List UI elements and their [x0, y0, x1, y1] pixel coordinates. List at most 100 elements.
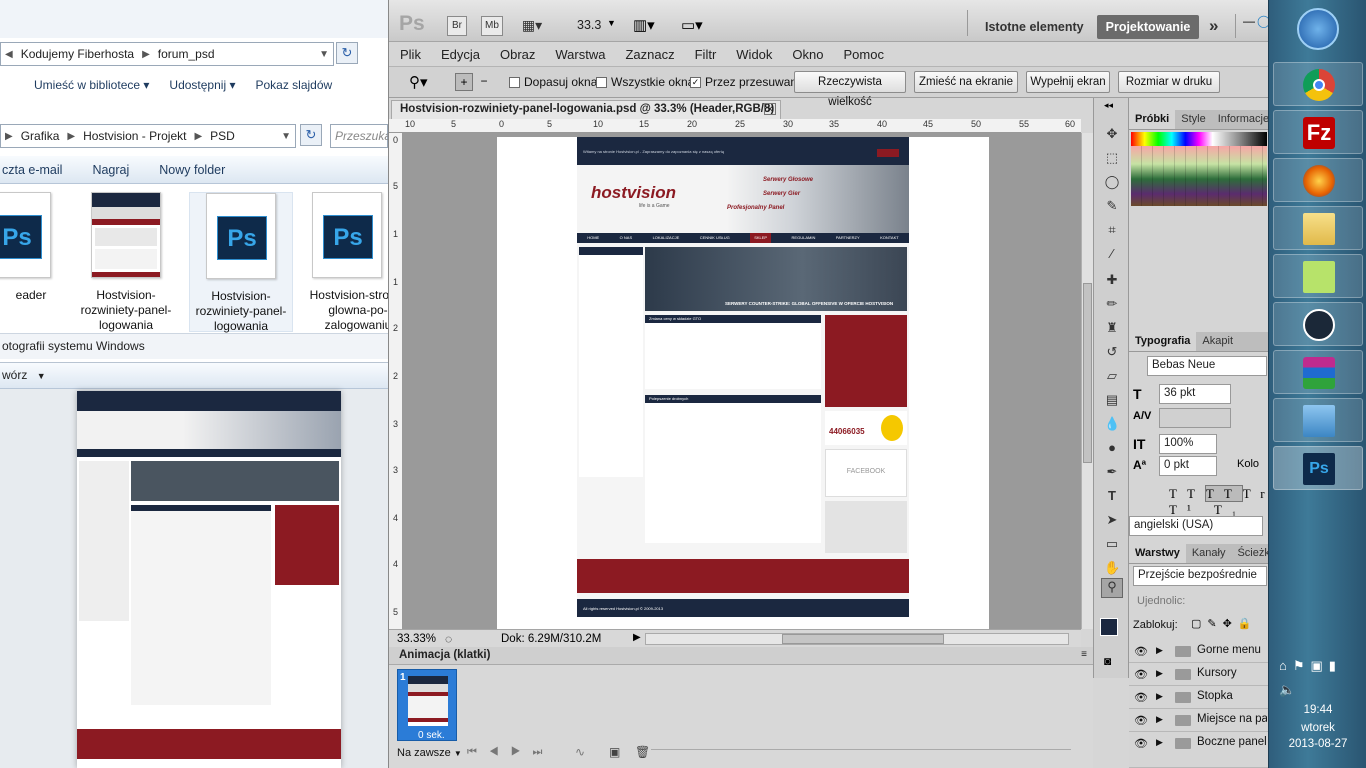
checkbox-resize-windows[interactable]: Dopasuj okna	[509, 75, 597, 89]
path-select-tool-icon[interactable]: ➤	[1104, 512, 1120, 528]
blend-mode-select[interactable]: Przejście bezpośrednie	[1133, 566, 1267, 586]
tray-icons[interactable]: ⌂⚑▣▮	[1279, 658, 1342, 674]
font-family-select[interactable]: Bebas Neue	[1147, 356, 1267, 376]
clock-day[interactable]: wtorek	[1269, 722, 1366, 734]
eye-icon[interactable]: 👁	[1134, 645, 1148, 658]
workspace-essentials[interactable]: Istotne elementy	[985, 20, 1084, 34]
address-bar-top[interactable]: ◀ Kodujemy Fiberhosta ▶ forum_psd ▼	[0, 42, 334, 66]
lasso-tool-icon[interactable]: ◯	[1104, 174, 1120, 190]
layer-row[interactable]: 👁 ▶ Gorne menu	[1129, 640, 1269, 663]
marquee-tool-icon[interactable]: ⬚	[1104, 150, 1120, 166]
bridge-button[interactable]: Br	[447, 16, 467, 36]
menu-view[interactable]: Widok	[736, 47, 772, 62]
clock-date[interactable]: 2013-08-27	[1269, 738, 1366, 750]
menu-image[interactable]: Obraz	[500, 47, 535, 62]
clock-time[interactable]: 19:44	[1269, 704, 1366, 716]
mini-bridge-button[interactable]: Mb	[481, 16, 503, 36]
menu-layer[interactable]: Warstwa	[555, 47, 605, 62]
arrange-documents-icon[interactable]: ▥▾	[633, 16, 655, 34]
vertical-scrollbar[interactable]	[1081, 133, 1093, 629]
quick-select-tool-icon[interactable]: ✎	[1104, 198, 1120, 214]
expand-icon[interactable]: ▶	[1156, 737, 1163, 748]
print-size-button[interactable]: Rozmiar w druku	[1118, 71, 1220, 93]
refresh-icon[interactable]: ↻	[300, 124, 322, 146]
vertical-scale-input[interactable]: 100%	[1159, 434, 1217, 454]
type-style-buttons[interactable]: TTTTTr T¹ T₁	[1169, 485, 1275, 518]
menu-item-share[interactable]: Udostępnij ▾	[169, 78, 235, 92]
layer-row[interactable]: 👁 ▶ Miejsce na par	[1129, 709, 1269, 732]
history-brush-tool-icon[interactable]: ↺	[1104, 344, 1120, 360]
blur-tool-icon[interactable]: 💧	[1104, 416, 1120, 432]
kerning-input[interactable]	[1159, 408, 1231, 428]
move-tool-icon[interactable]: ✥	[1104, 126, 1120, 142]
zoom-tool-icon[interactable]: ⚲▾	[409, 73, 428, 91]
view-extras-icon[interactable]: ▦▾	[517, 16, 547, 36]
eye-icon[interactable]: 👁	[1134, 691, 1148, 704]
file-item[interactable]: Ps Hostvision-strona-glowna-po-zalogowan…	[306, 192, 388, 332]
checkbox-all-windows[interactable]: Wszystkie okna	[596, 75, 694, 89]
start-button-icon[interactable]	[1297, 8, 1339, 50]
loop-select[interactable]: Na zawsze ▼	[397, 747, 462, 759]
eye-icon[interactable]: 👁	[1134, 737, 1148, 750]
expand-icon[interactable]: ▶	[1156, 668, 1163, 679]
layer-row[interactable]: 👁 ▶ Stopka	[1129, 686, 1269, 709]
breadcrumb-item[interactable]: Kodujemy Fiberhosta	[21, 47, 134, 61]
menu-select[interactable]: Zaznacz	[625, 47, 674, 62]
expand-icon[interactable]: ▶	[1156, 691, 1163, 702]
language-select[interactable]: angielski (USA)	[1129, 516, 1263, 536]
tab-info[interactable]: Informacje	[1212, 110, 1275, 129]
chrome-taskbar-icon[interactable]	[1273, 62, 1363, 106]
breadcrumb-item[interactable]: Grafika	[21, 129, 60, 143]
zoom-in-icon[interactable]: +	[455, 73, 473, 91]
winrar-taskbar-icon[interactable]	[1273, 350, 1363, 394]
scroll-thumb[interactable]	[1083, 283, 1092, 463]
menu-edit[interactable]: Edycja	[441, 47, 480, 62]
file-explorer-taskbar-icon[interactable]	[1273, 206, 1363, 250]
layer-row[interactable]: 👁 ▶ Boczne panele	[1129, 732, 1269, 768]
fit-screen-button[interactable]: Zmieść na ekranie	[914, 71, 1018, 93]
brush-tool-icon[interactable]: ✏	[1104, 296, 1120, 312]
zoom-out-icon[interactable]: −	[475, 73, 493, 91]
clone-stamp-tool-icon[interactable]: ♜	[1104, 320, 1120, 336]
breadcrumb-item[interactable]: Hostvision - Projekt	[83, 129, 186, 143]
horizontal-scrollbar[interactable]	[645, 633, 1069, 645]
photoshop-taskbar-icon[interactable]: Ps	[1273, 446, 1363, 490]
menu-help[interactable]: Pomoc	[843, 47, 883, 62]
animation-controls[interactable]: ⏮◀▶⏭	[467, 746, 554, 759]
document-tab[interactable]: Hostvision-rozwiniety-panel-logowania.ps…	[391, 100, 781, 120]
tween-icon[interactable]: ∿	[575, 745, 585, 759]
dodge-tool-icon[interactable]: ●	[1104, 440, 1120, 456]
layer-row[interactable]: 👁 ▶ Kursory	[1129, 663, 1269, 686]
tab-swatches[interactable]: Próbki	[1129, 110, 1176, 129]
pen-tool-icon[interactable]: ✒	[1104, 464, 1120, 480]
hand-tool-icon[interactable]: ✋	[1104, 560, 1120, 576]
search-input[interactable]: Przeszuka	[330, 124, 391, 148]
notepad-plus-taskbar-icon[interactable]	[1273, 254, 1363, 298]
menu-filter[interactable]: Filtr	[695, 47, 717, 62]
photo-viewer-taskbar-icon[interactable]	[1273, 398, 1363, 442]
eyedropper-tool-icon[interactable]: ⁄	[1104, 246, 1120, 262]
workspace-design-button[interactable]: Projektowanie	[1097, 15, 1199, 39]
trash-icon[interactable]: 🗑	[635, 745, 650, 759]
more-workspaces-icon[interactable]: »	[1209, 16, 1218, 36]
document-canvas[interactable]: Witamy na stronie Hostvision.pl - Zapras…	[497, 137, 989, 630]
zoom-select[interactable]: 33.3	[577, 18, 601, 32]
menu-window[interactable]: Okno	[792, 47, 823, 62]
animation-frame[interactable]: 1 0 sek.	[397, 669, 457, 741]
menu-item-slideshow[interactable]: Pokaz slajdów	[255, 78, 332, 92]
zoom-percentage[interactable]: 33.33%	[397, 633, 436, 645]
foreground-color-swatch[interactable]	[1100, 618, 1118, 636]
eye-icon[interactable]: 👁	[1134, 668, 1148, 681]
dropdown-icon[interactable]: ▼	[607, 18, 616, 28]
menu-item-add-library[interactable]: Umieść w bibliotece ▾	[34, 78, 149, 92]
healing-brush-tool-icon[interactable]: ✚	[1104, 272, 1120, 288]
breadcrumb-item[interactable]: PSD	[210, 129, 235, 143]
organize-button[interactable]: wórz ▼	[0, 363, 388, 389]
screen-mode-icon[interactable]: ▭▾	[681, 16, 703, 34]
tab-paragraph[interactable]: Akapit	[1196, 332, 1239, 351]
gradient-tool-icon[interactable]: ▤	[1104, 392, 1120, 408]
burn-button[interactable]: Nagraj	[92, 163, 129, 177]
dropdown-icon[interactable]: ▼	[281, 131, 291, 142]
breadcrumb-item[interactable]: forum_psd	[158, 47, 215, 61]
rectangle-tool-icon[interactable]: ▭	[1104, 536, 1120, 552]
